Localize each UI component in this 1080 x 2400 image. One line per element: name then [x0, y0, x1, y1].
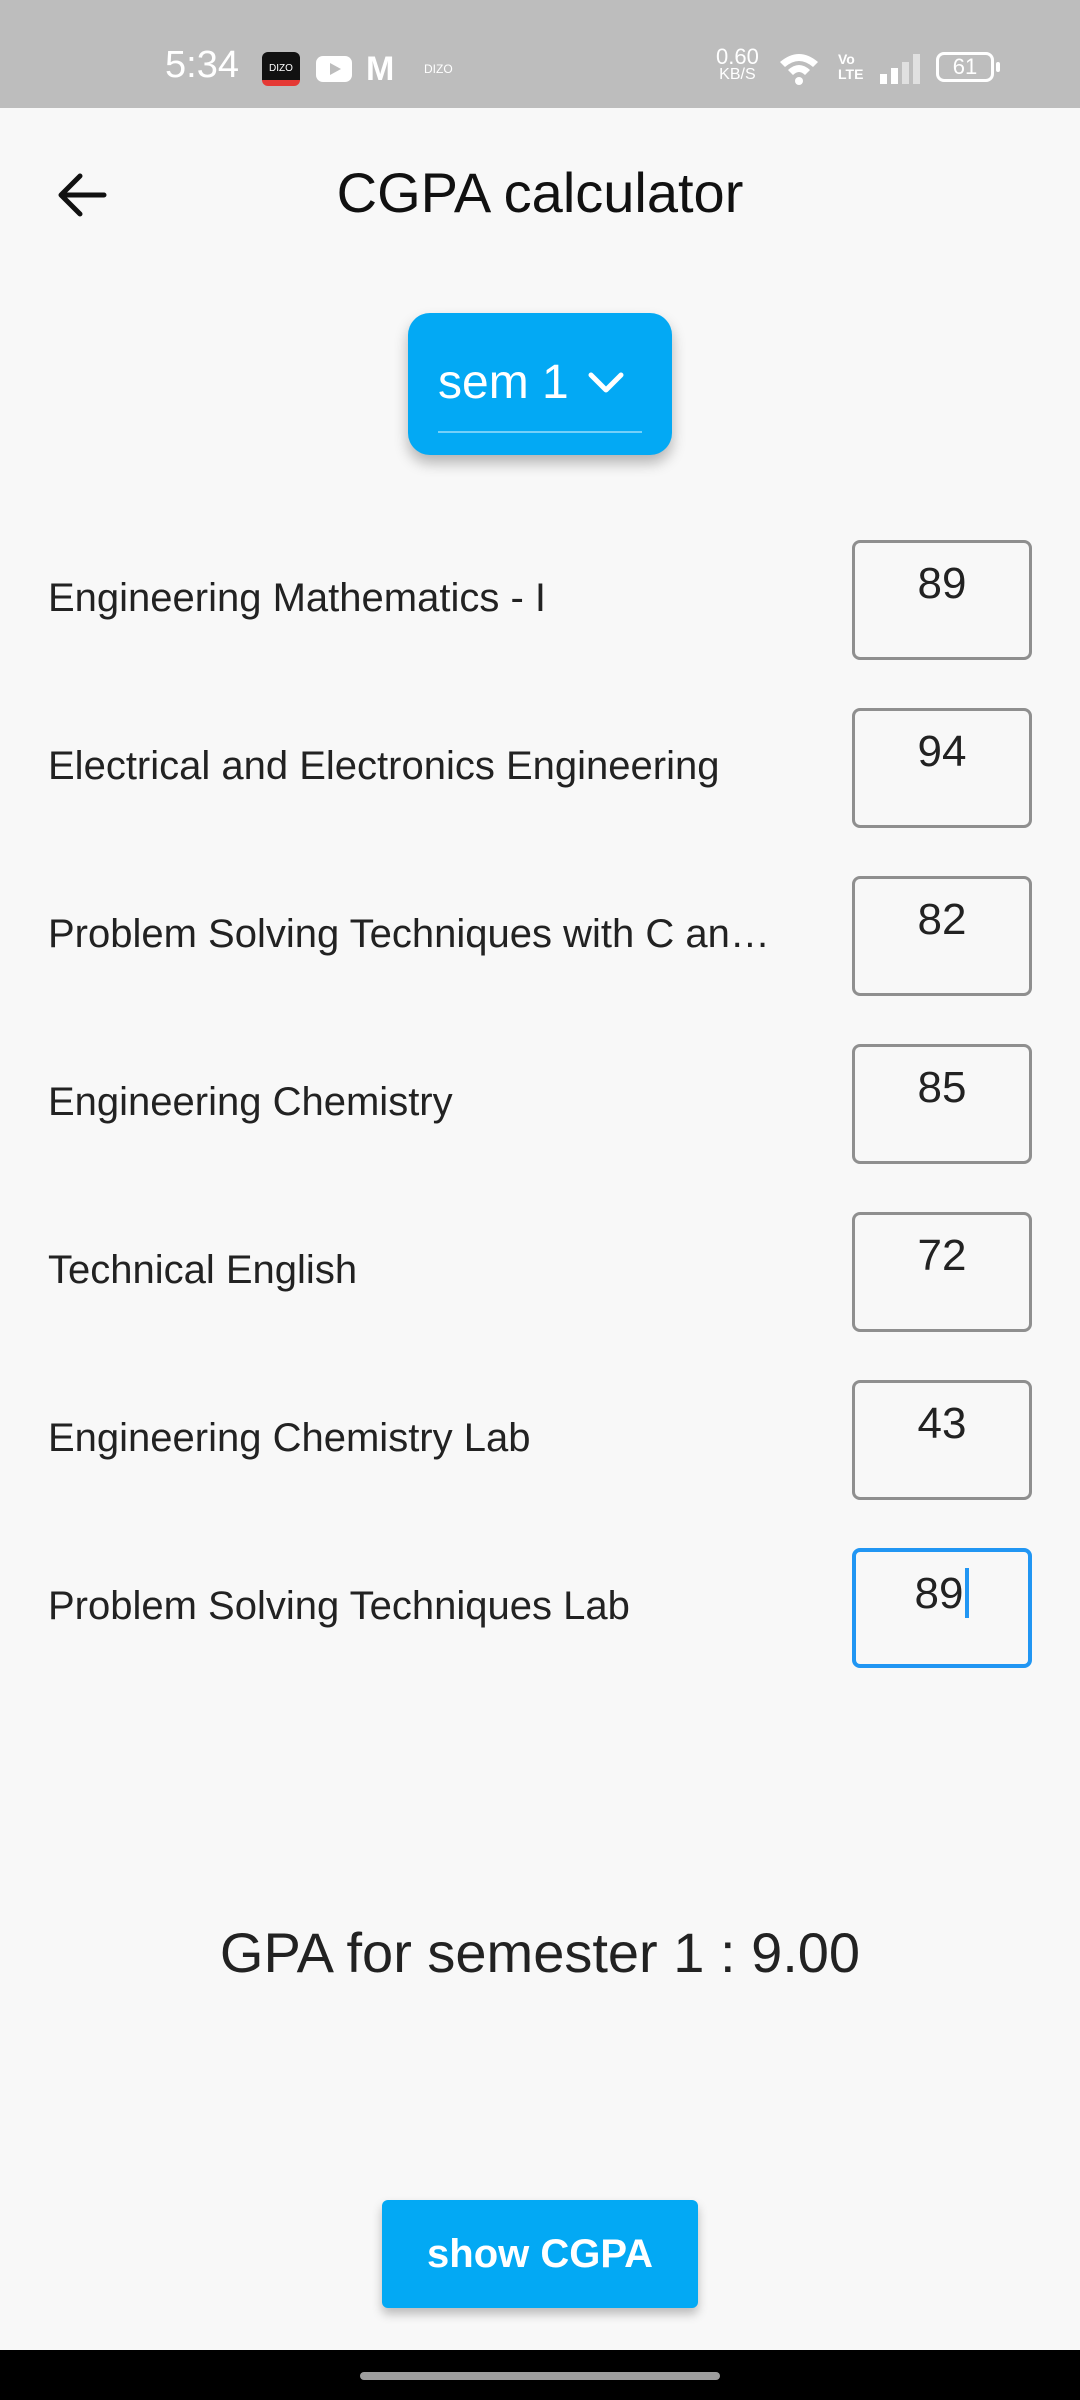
subject-name: Problem Solving Techniques Lab	[48, 1584, 630, 1628]
subject-row: Technical English 72	[0, 1212, 1080, 1332]
mark-input[interactable]: 85	[852, 1044, 1032, 1164]
subject-name: Engineering Chemistry Lab	[48, 1416, 531, 1460]
mark-input-value: 89	[914, 1569, 964, 1618]
text-cursor	[965, 1568, 970, 1618]
subject-name: Electrical and Electronics Engineering	[48, 744, 720, 788]
mark-input[interactable]: 94	[852, 708, 1032, 828]
status-bar: 5:34 DIZO M DIZO 0.60 KB/S Vo LTE 61	[0, 0, 1080, 108]
volte-icon: Vo LTE	[838, 51, 864, 82]
dizo-app-icon: DIZO	[262, 52, 300, 86]
dropdown-underline	[438, 431, 642, 433]
gpa-result: GPA for semester 1 : 9.00	[219, 1921, 861, 1984]
mark-input[interactable]: 89	[852, 540, 1032, 660]
wifi-icon	[780, 54, 818, 85]
dizo-notification-icon: DIZO	[424, 62, 453, 76]
home-gesture-handle[interactable]	[360, 2372, 720, 2380]
gmail-icon: M	[366, 50, 395, 88]
semester-dropdown[interactable]: sem 1	[408, 313, 672, 455]
subject-row: Engineering Chemistry Lab 43	[0, 1380, 1080, 1500]
subject-row: Problem Solving Techniques with C an… 82	[0, 876, 1080, 996]
mark-input[interactable]: 82	[852, 876, 1032, 996]
status-time: 5:34	[165, 44, 239, 86]
subject-row: Engineering Mathematics - I 89	[0, 540, 1080, 660]
page-title: CGPA calculator	[336, 161, 744, 224]
youtube-icon	[316, 56, 352, 82]
subject-name: Engineering Mathematics - I	[48, 576, 547, 620]
subject-row: Electrical and Electronics Engineering 9…	[0, 708, 1080, 828]
signal-icon	[880, 54, 920, 84]
semester-dropdown-value: sem 1	[438, 356, 569, 409]
subject-name: Technical English	[48, 1248, 358, 1292]
subject-row: Engineering Chemistry 85	[0, 1044, 1080, 1164]
chevron-down-icon	[588, 372, 624, 393]
mark-input[interactable]: 72	[852, 1212, 1032, 1332]
subject-name: Problem Solving Techniques with C an…	[48, 912, 770, 956]
battery-icon: 61	[936, 52, 1000, 82]
network-speed-value: 0.60	[716, 44, 759, 69]
show-cgpa-button[interactable]: show CGPA	[382, 2200, 698, 2308]
network-speed-unit: KB/S	[719, 66, 756, 83]
mark-input[interactable]: 43	[852, 1380, 1032, 1500]
subject-name: Engineering Chemistry	[48, 1080, 453, 1124]
subject-row: Problem Solving Techniques Lab 89	[0, 1548, 1080, 1668]
network-speed: 0.60 KB/S	[716, 44, 759, 84]
mark-input-focused[interactable]: 89	[852, 1548, 1032, 1668]
